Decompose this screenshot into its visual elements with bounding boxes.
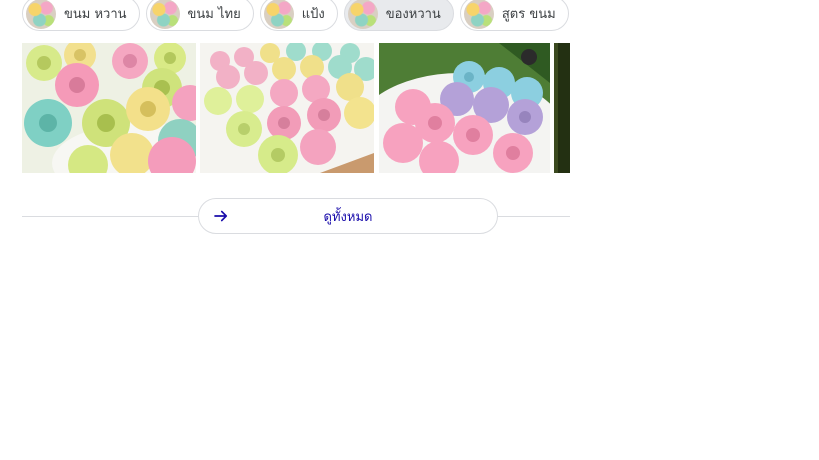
chip-thumbnail-icon — [149, 0, 180, 29]
see-all-label: ดูทั้งหมด — [323, 209, 373, 225]
chip-thumbnail-icon — [347, 0, 378, 29]
chip-paeng[interactable]: แป้ง — [259, 0, 338, 31]
arrow-right-icon — [214, 210, 228, 222]
chip-label: แป้ง — [301, 7, 325, 22]
chip-label: สูตร ขนม — [501, 7, 556, 22]
image-result-4[interactable] — [554, 43, 570, 173]
chip-thumbnail-icon — [263, 0, 294, 29]
dessert-image — [554, 43, 570, 173]
image-result-1[interactable] — [22, 43, 196, 173]
related-search-chips: ขนม หวาน ขนม ไทย แป้ง ของหวาน สูตร ขนม — [22, 0, 569, 33]
chip-khanom-thai[interactable]: ขนม ไทย — [145, 0, 254, 31]
image-result-3[interactable] — [379, 43, 550, 173]
chip-khanom-wan[interactable]: ขนม หวาน — [22, 0, 140, 31]
dessert-image — [22, 43, 196, 173]
see-all-button[interactable]: ดูทั้งหมด — [198, 198, 498, 234]
image-gallery — [22, 43, 570, 173]
chip-thumbnail-icon — [26, 0, 56, 29]
chip-thumbnail-icon — [463, 0, 494, 29]
chip-label: ขนม ไทย — [187, 7, 241, 22]
dessert-image — [379, 43, 550, 173]
chip-label: ของหวาน — [385, 7, 441, 22]
image-result-2[interactable] — [200, 43, 374, 173]
dessert-image — [200, 43, 374, 173]
chip-label: ขนม หวาน — [64, 7, 127, 22]
chip-khong-wan[interactable]: ของหวาน — [343, 0, 454, 31]
chip-sut-khanom[interactable]: สูตร ขนม — [459, 0, 569, 31]
